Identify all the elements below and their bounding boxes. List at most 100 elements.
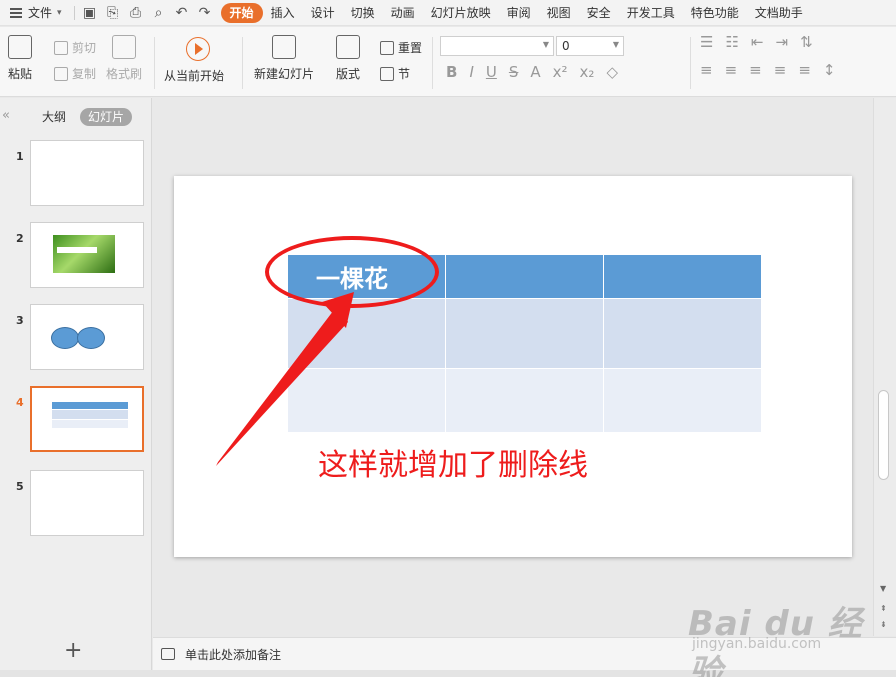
divider <box>154 37 155 89</box>
subscript-icon[interactable]: x₂ <box>580 63 595 81</box>
new-slide-button[interactable]: 新建幻灯片 <box>254 35 314 82</box>
tab-special-features[interactable]: 特色功能 <box>683 3 747 23</box>
current-slide[interactable]: 一棵花 这样就增加了删除线 <box>174 176 852 557</box>
cut-button[interactable]: 剪切 <box>54 39 96 56</box>
copy-icon <box>54 66 68 81</box>
slide-thumbnail-2[interactable] <box>30 222 144 288</box>
copy-label: 复制 <box>72 67 97 81</box>
underline-icon[interactable]: U <box>486 63 497 81</box>
table-cell[interactable] <box>603 298 762 369</box>
table-cell[interactable] <box>445 298 604 369</box>
tab-security[interactable]: 安全 <box>579 3 619 23</box>
paste-button[interactable]: 粘贴 <box>8 35 32 82</box>
numbered-list-icon[interactable]: ☷ <box>725 33 738 51</box>
divider <box>690 37 691 89</box>
align-right-icon[interactable]: ≡ <box>749 61 762 79</box>
ribbon: 粘贴 剪切 复制 格式刷 从当前开始 新建幻灯片 版式 重置 节 ▼ 0 ▼ B… <box>0 27 896 97</box>
tab-slideshow[interactable]: 幻灯片放映 <box>423 3 499 23</box>
slide-canvas: 一棵花 这样就增加了删除线 <box>153 98 873 636</box>
decrease-indent-icon[interactable]: ⇤ <box>751 33 764 51</box>
collapse-panel-icon[interactable]: « <box>2 108 10 123</box>
align-center-icon[interactable]: ≡ <box>725 61 738 79</box>
notes-placeholder: 单击此处添加备注 <box>185 647 282 662</box>
slide-thumbnail-3[interactable] <box>30 304 144 370</box>
eraser-icon[interactable]: ◇ <box>606 63 618 81</box>
chevron-down-icon: ▾ <box>57 7 62 18</box>
divider <box>242 37 243 89</box>
font-name-select[interactable]: ▼ <box>440 36 554 56</box>
plus-icon[interactable]: + <box>64 638 82 663</box>
from-current-label: 从当前开始 <box>164 69 225 83</box>
table-thumbnail <box>52 402 128 428</box>
italic-icon[interactable]: I <box>469 63 473 81</box>
scissors-icon <box>54 40 68 55</box>
text-direction-icon[interactable]: ⇅ <box>800 33 813 51</box>
section-icon <box>380 66 394 81</box>
superscript-icon[interactable]: x² <box>553 63 568 81</box>
font-size-select[interactable]: 0 ▼ <box>556 36 624 56</box>
print-preview-icon[interactable]: ⌕ <box>151 5 167 21</box>
tab-review[interactable]: 审阅 <box>499 3 539 23</box>
green-image-thumbnail <box>53 235 115 273</box>
strikethrough-icon[interactable]: S <box>509 63 519 81</box>
ribbon-tabs: 开始 插入 设计 切换 动画 幻灯片放映 审阅 视图 安全 开发工具 特色功能 … <box>220 2 811 23</box>
reset-button[interactable]: 重置 <box>380 39 422 56</box>
export-icon[interactable]: ⎘ <box>105 5 121 21</box>
table-cell[interactable] <box>603 368 762 433</box>
annotation-text: 这样就增加了删除线 <box>318 448 588 483</box>
table-cell[interactable] <box>445 368 604 433</box>
slide-number: 3 <box>16 314 24 327</box>
justify-icon[interactable]: ≡ <box>774 61 787 79</box>
line-spacing-icon[interactable]: ↕ <box>823 61 836 79</box>
slide-panel: « 大纲 幻灯片 1 2 3 4 5 + <box>0 98 152 670</box>
slide-thumbnail-4[interactable] <box>30 386 144 452</box>
slide-thumbnail-5[interactable] <box>30 470 144 536</box>
quick-access-toolbar: ▣ ⎘ ⎙ ⌕ ↶ ↷ <box>73 5 213 21</box>
layout-button[interactable]: 版式 <box>336 35 360 82</box>
bullet-list-icon[interactable]: ☰ <box>700 33 713 51</box>
chevron-down-icon: ▼ <box>542 40 549 49</box>
tab-home[interactable]: 开始 <box>220 2 263 23</box>
bold-icon[interactable]: B <box>446 63 457 81</box>
tab-animation[interactable]: 动画 <box>383 3 423 23</box>
scroll-down-icon[interactable]: ▼ <box>880 584 886 593</box>
section-button[interactable]: 节 <box>380 65 410 82</box>
file-menu[interactable]: 文件 ▾ <box>0 0 68 26</box>
scrollbar-thumb[interactable] <box>878 390 889 480</box>
tab-design[interactable]: 设计 <box>303 3 343 23</box>
reset-icon <box>380 40 394 55</box>
align-left-icon[interactable]: ≡ <box>700 61 713 79</box>
tab-outline[interactable]: 大纲 <box>34 108 74 126</box>
format-painter-label: 格式刷 <box>106 67 143 81</box>
tab-developer[interactable]: 开发工具 <box>619 3 683 23</box>
format-painter-button[interactable]: 格式刷 <box>106 35 142 82</box>
tab-transition[interactable]: 切换 <box>343 3 383 23</box>
cut-label: 剪切 <box>72 41 97 55</box>
hamburger-icon <box>10 7 22 18</box>
layout-icon <box>336 35 360 59</box>
menu-bar: 文件 ▾ ▣ ⎘ ⎙ ⌕ ↶ ↷ 开始 插入 设计 切换 动画 幻灯片放映 审阅… <box>0 0 896 26</box>
tab-slides[interactable]: 幻灯片 <box>80 108 133 126</box>
font-color-icon[interactable]: A <box>530 63 540 81</box>
table-header-cell[interactable] <box>603 254 762 299</box>
distribute-icon[interactable]: ≡ <box>798 61 811 79</box>
divider <box>73 5 75 20</box>
tab-insert[interactable]: 插入 <box>263 3 303 23</box>
new-slide-label: 新建幻灯片 <box>254 67 315 81</box>
redo-icon[interactable]: ↷ <box>197 5 213 21</box>
annotation-arrow <box>216 292 354 466</box>
save-icon[interactable]: ▣ <box>82 5 98 21</box>
table-header-cell[interactable] <box>445 254 604 299</box>
tab-view[interactable]: 视图 <box>539 3 579 23</box>
copy-button[interactable]: 复制 <box>54 65 96 82</box>
increase-indent-icon[interactable]: ⇥ <box>775 33 788 51</box>
undo-icon[interactable]: ↶ <box>174 5 190 21</box>
new-slide-icon <box>272 35 296 59</box>
play-icon <box>186 37 210 61</box>
vertical-scrollbar[interactable]: ▼ ⇞ ⇟ <box>873 98 896 636</box>
tab-doc-assistant[interactable]: 文档助手 <box>747 3 811 23</box>
print-icon[interactable]: ⎙ <box>128 5 144 21</box>
from-current-button[interactable]: 从当前开始 <box>164 67 224 84</box>
slide-thumbnail-1[interactable] <box>30 140 144 206</box>
baidu-watermark: Bai du 经验 jingyan.baidu.com <box>688 596 888 677</box>
